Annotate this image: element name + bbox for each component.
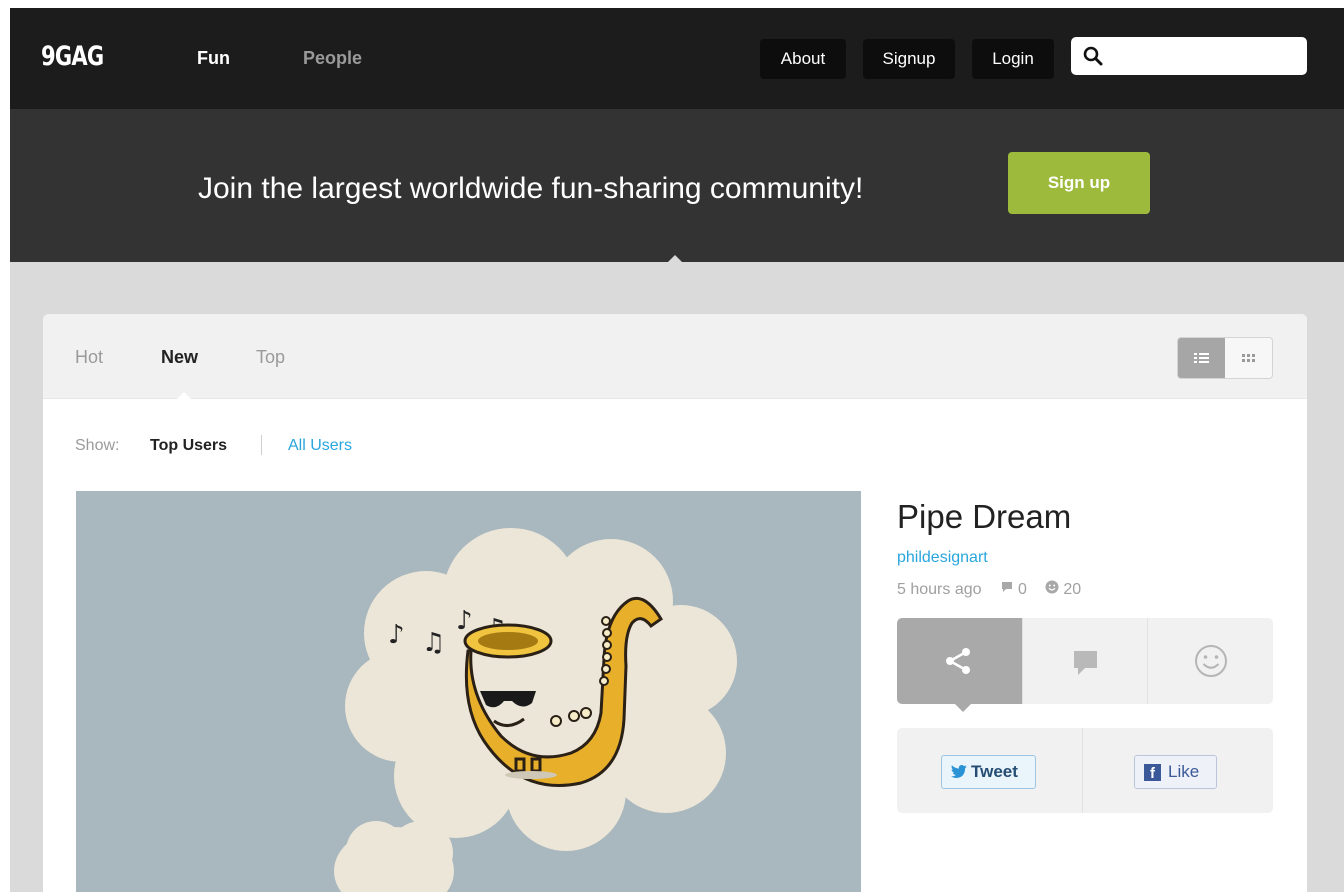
react-button[interactable]	[1147, 618, 1273, 704]
comment-count: 0	[1017, 580, 1027, 598]
post-meta: 5 hours ago 0 20	[897, 580, 1081, 599]
post-title[interactable]: Pipe Dream	[897, 498, 1071, 536]
logo[interactable]: 9GAG	[41, 41, 104, 72]
comment-count-icon	[1001, 582, 1012, 592]
like-label: Like	[1168, 762, 1200, 781]
list-view-button[interactable]	[1178, 338, 1225, 378]
social-divider	[1082, 728, 1083, 813]
active-tab-pointer	[176, 392, 192, 400]
post-actions	[897, 618, 1273, 704]
share-icon	[946, 648, 970, 674]
comment-button[interactable]	[1022, 618, 1147, 704]
nav-link-people[interactable]: People	[303, 48, 362, 69]
login-button[interactable]: Login	[972, 39, 1054, 79]
page: 9GAG Fun People About Signup Login Join …	[10, 8, 1344, 892]
search-icon	[1083, 46, 1103, 66]
social-share-panel: Tweet f Like	[897, 728, 1273, 813]
reaction-count-icon	[1045, 580, 1059, 594]
tweet-label: Tweet	[971, 762, 1018, 781]
comment-icon	[1074, 651, 1097, 675]
saxophone-illustration: ♪ ♫ ♪ ♫	[76, 491, 861, 892]
post-image[interactable]: ♪ ♫ ♪ ♫	[76, 491, 861, 892]
list-view-icon	[1194, 353, 1209, 363]
banner-signup-button[interactable]: Sign up	[1008, 152, 1150, 214]
post-author[interactable]: phildesignart	[897, 549, 988, 567]
grid-view-icon	[1242, 354, 1255, 362]
tab-new[interactable]: New	[161, 347, 198, 368]
view-toggle	[1177, 337, 1273, 379]
signup-button[interactable]: Signup	[863, 39, 955, 79]
svg-text:♫: ♫	[422, 628, 445, 658]
svg-text:♪: ♪	[456, 606, 473, 636]
share-button[interactable]	[897, 618, 1022, 704]
facebook-icon: f	[1144, 764, 1161, 782]
reaction-count: 20	[1063, 580, 1082, 598]
facebook-like-button[interactable]: f Like	[1134, 755, 1217, 789]
search-input[interactable]	[1110, 41, 1300, 71]
filter-label: Show:	[75, 437, 120, 454]
actions-pointer	[955, 704, 971, 712]
post-time: 5 hours ago	[897, 580, 982, 598]
banner-headline: Join the largest worldwide fun-sharing c…	[198, 172, 864, 205]
top-nav: 9GAG Fun People About Signup Login	[10, 8, 1344, 109]
tab-hot[interactable]: Hot	[75, 347, 103, 368]
feed-card: Hot New Top Show: Top Users All Users ♪ …	[43, 314, 1307, 892]
banner-pointer	[667, 255, 683, 263]
tab-top[interactable]: Top	[256, 347, 285, 368]
signup-banner: Join the largest worldwide fun-sharing c…	[10, 109, 1344, 262]
about-button[interactable]: About	[760, 39, 846, 79]
grid-view-button[interactable]	[1225, 338, 1272, 378]
feed-tabs: Hot New Top	[43, 314, 1307, 400]
svg-text:♪: ♪	[388, 620, 405, 650]
filter-all-users[interactable]: All Users	[288, 437, 352, 455]
smiley-icon	[1195, 645, 1227, 677]
tweet-button[interactable]: Tweet	[941, 755, 1036, 789]
filter-divider	[261, 435, 262, 455]
nav-link-fun[interactable]: Fun	[197, 48, 230, 69]
twitter-bird-icon	[950, 764, 967, 778]
filter-top-users[interactable]: Top Users	[150, 437, 227, 455]
